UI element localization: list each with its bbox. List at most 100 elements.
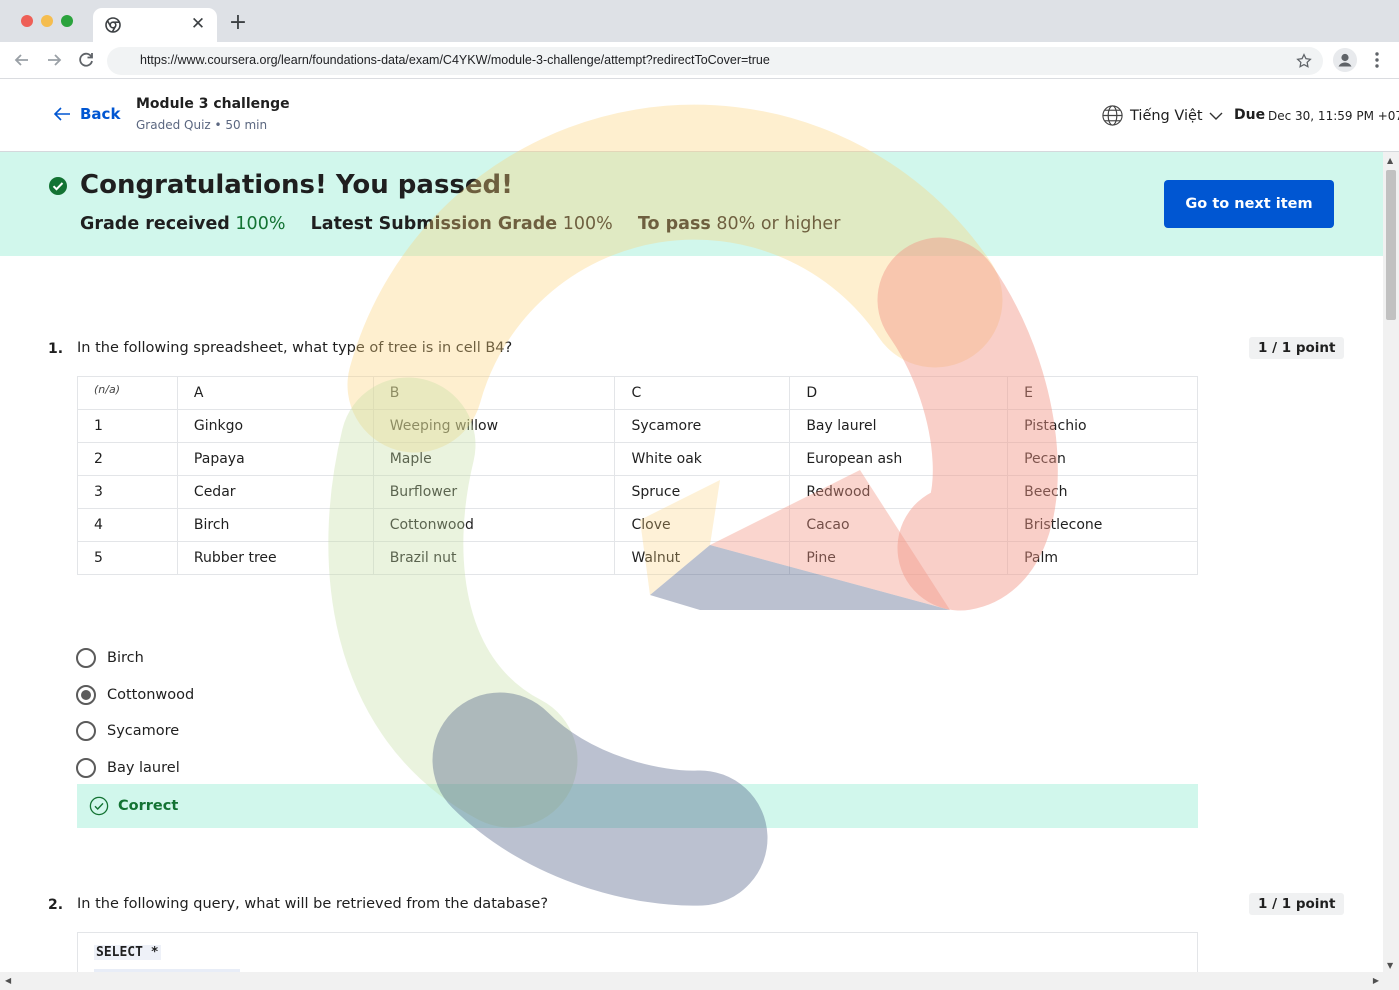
radio-button[interactable]: [76, 648, 96, 669]
menu-dots-icon[interactable]: [1367, 48, 1387, 72]
chrome-icon: [105, 17, 121, 33]
scroll-up-icon[interactable]: ▲: [1387, 156, 1393, 165]
option-label: Birch: [107, 650, 144, 667]
go-to-next-item-button[interactable]: Go to next item: [1164, 180, 1334, 228]
window-maximize-dot[interactable]: [61, 15, 73, 27]
back-nav-icon[interactable]: [10, 48, 34, 72]
back-button[interactable]: Back: [52, 104, 120, 124]
tab-close-icon[interactable]: ✕: [187, 13, 209, 35]
column-header: D: [789, 376, 1009, 410]
pass-banner: Congratulations! You passed! Grade recei…: [0, 152, 1383, 256]
option-label: Cottonwood: [107, 686, 195, 703]
table-cell: 3: [77, 475, 178, 509]
table-row: 4 Birch Cottonwood Clove Cacao Bristleco…: [77, 508, 1198, 542]
grade-received-value: 100%: [235, 214, 286, 234]
table-cell: Cacao: [789, 508, 1009, 542]
latest-grade-label: Latest Submission Grade: [310, 214, 558, 234]
profile-icon[interactable]: [1333, 48, 1357, 72]
table-row: 2 Papaya Maple White oak European ash Pe…: [77, 442, 1198, 476]
table-cell: Pecan: [1007, 442, 1198, 476]
question-2-number: 2.: [48, 897, 64, 913]
table-cell: Redwood: [789, 475, 1009, 509]
radio-button[interactable]: [76, 721, 96, 742]
question-1-options: Birch Cottonwood Sycamore Bay laurel: [76, 640, 194, 786]
table-cell: Pistachio: [1007, 409, 1198, 443]
vertical-scrollbar[interactable]: ▲ ▼: [1383, 152, 1399, 972]
question-1-points: 1 / 1 point: [1249, 337, 1345, 359]
table-cell: Beech: [1007, 475, 1198, 509]
scroll-right-icon[interactable]: ▶: [1373, 976, 1379, 985]
check-circle-outline-icon: [89, 796, 109, 816]
pass-threshold-label: To pass: [637, 214, 711, 234]
language-label: Tiếng Việt: [1130, 107, 1203, 124]
column-header: C: [614, 376, 791, 410]
window-minimize-dot[interactable]: [41, 15, 53, 27]
latest-grade-value: 100%: [562, 214, 613, 234]
star-icon[interactable]: [1295, 52, 1313, 70]
back-label: Back: [80, 105, 121, 123]
browser-tabbar: ✕ +: [0, 0, 1399, 42]
table-cell: Maple: [372, 442, 616, 476]
option-cottonwood[interactable]: Cottonwood: [76, 677, 194, 714]
scroll-left-icon[interactable]: ◀: [5, 976, 11, 985]
grade-received-label: Grade received: [80, 214, 230, 234]
table-corner-cell: (n/a): [77, 376, 178, 410]
reload-icon[interactable]: [74, 48, 98, 72]
table-cell: Ginkgo: [176, 409, 374, 443]
column-header: A: [176, 376, 374, 410]
url-text[interactable]: https://www.coursera.org/learn/foundatio…: [140, 53, 770, 67]
table-cell: Bristlecone: [1007, 508, 1198, 542]
table-cell: European ash: [789, 442, 1009, 476]
table-cell: Weeping willow: [372, 409, 616, 443]
language-selector[interactable]: Tiếng Việt: [1101, 104, 1223, 127]
radio-button[interactable]: [76, 757, 96, 778]
scrollbar-thumb[interactable]: [1386, 170, 1396, 320]
page-title: Module 3 challenge: [136, 96, 290, 112]
option-bay-laurel[interactable]: Bay laurel: [76, 750, 194, 787]
page-header: Back Module 3 challenge Graded Quiz • 50…: [0, 79, 1399, 152]
table-cell: 1: [77, 409, 178, 443]
banner-title: Congratulations! You passed!: [80, 170, 513, 200]
page-subtitle: Graded Quiz • 50 min: [136, 118, 268, 132]
table-cell: 5: [77, 541, 178, 575]
table-cell: Walnut: [614, 541, 791, 575]
due-label: Due: [1234, 107, 1266, 123]
grade-summary: Grade received 100% Latest Submission Gr…: [80, 214, 840, 234]
table-cell: Clove: [614, 508, 791, 542]
option-birch[interactable]: Birch: [76, 640, 194, 677]
table-cell: Brazil nut: [372, 541, 616, 575]
chevron-down-icon: [1209, 112, 1223, 120]
feedback-text: Correct: [118, 798, 179, 814]
column-header: E: [1007, 376, 1198, 410]
feedback-correct: Correct: [77, 784, 1198, 828]
question-1-number: 1.: [48, 341, 64, 357]
code-line: SELECT *: [94, 945, 161, 960]
table-cell: Sycamore: [614, 409, 791, 443]
table-row: 1 Ginkgo Weeping willow Sycamore Bay lau…: [77, 409, 1198, 443]
question-2-text: In the following query, what will be ret…: [77, 896, 549, 912]
table-cell: Bay laurel: [789, 409, 1009, 443]
address-bar[interactable]: https://www.coursera.org/learn/foundatio…: [107, 47, 1323, 75]
due-value: Dec 30, 11:59 PM +07: [1268, 109, 1399, 123]
globe-icon: [1102, 105, 1123, 126]
option-label: Bay laurel: [107, 759, 180, 776]
pass-threshold-value: 80% or higher: [716, 214, 841, 234]
option-sycamore[interactable]: Sycamore: [76, 713, 194, 750]
spreadsheet-table: (n/a) A B C D E 1 Ginkgo Weeping willow …: [77, 376, 1198, 575]
table-cell: Palm: [1007, 541, 1198, 575]
table-cell: Burflower: [372, 475, 616, 509]
table-cell: Cedar: [176, 475, 374, 509]
new-tab-icon[interactable]: +: [227, 12, 249, 34]
forward-nav-icon[interactable]: [42, 48, 66, 72]
table-cell: White oak: [614, 442, 791, 476]
horizontal-scrollbar[interactable]: ◀ ▶: [0, 972, 1399, 990]
table-cell: Papaya: [176, 442, 374, 476]
table-cell: 4: [77, 508, 178, 542]
table-header-row: (n/a) A B C D E: [77, 376, 1198, 410]
browser-tab[interactable]: ✕: [93, 8, 217, 42]
table-cell: Pine: [789, 541, 1009, 575]
radio-button-selected[interactable]: [76, 684, 96, 705]
window-close-dot[interactable]: [21, 15, 33, 27]
table-cell: Spruce: [614, 475, 791, 509]
scroll-down-icon[interactable]: ▼: [1387, 961, 1393, 970]
